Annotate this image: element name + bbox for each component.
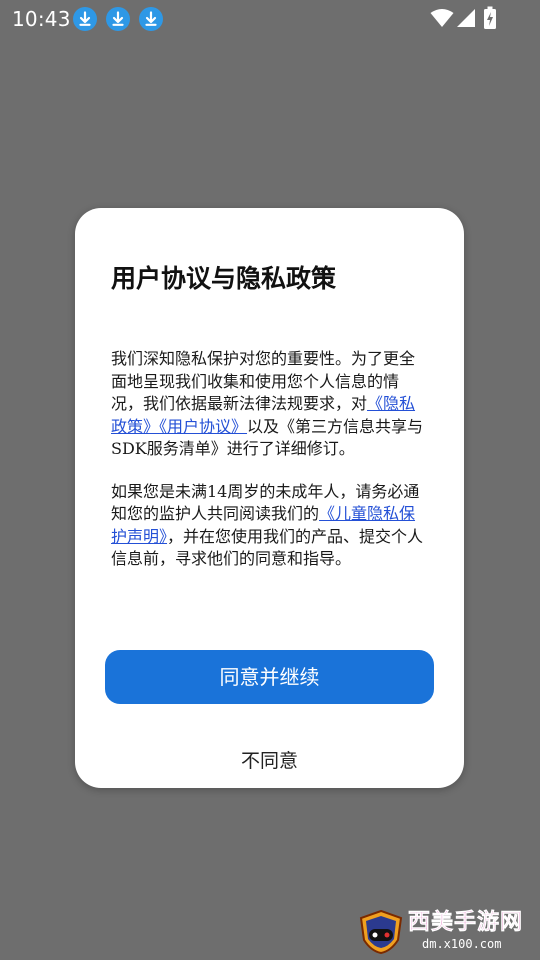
dialog-paragraph-2: 如果您是未满14周岁的未成年人，请务必通知您的监护人共同阅读我们的《儿童隐私保护… bbox=[111, 481, 429, 571]
site-watermark: 西美手游网 dm.x100.com bbox=[358, 906, 534, 956]
dialog-body: 我们深知隐私保护对您的重要性。为了更全面地呈现我们收集和使用您个人信息的情况，我… bbox=[111, 348, 429, 571]
gamepad-shield-icon bbox=[358, 909, 404, 955]
download-icon bbox=[139, 7, 163, 31]
wifi-icon bbox=[430, 8, 454, 32]
watermark-url: dm.x100.com bbox=[422, 937, 502, 951]
user-agreement-link[interactable]: 《用户协议》 bbox=[159, 417, 247, 436]
status-bar: 10:43 bbox=[0, 0, 540, 38]
agree-continue-button[interactable]: 同意并继续 bbox=[105, 650, 434, 704]
dialog-paragraph-1: 我们深知隐私保护对您的重要性。为了更全面地呈现我们收集和使用您个人信息的情况，我… bbox=[111, 348, 429, 461]
download-icon bbox=[73, 7, 97, 31]
download-icon bbox=[106, 7, 130, 31]
dialog-title: 用户协议与隐私政策 bbox=[111, 264, 337, 293]
cellular-signal-icon bbox=[456, 8, 476, 32]
disagree-button[interactable]: 不同意 bbox=[105, 740, 434, 782]
privacy-dialog: 用户协议与隐私政策 我们深知隐私保护对您的重要性。为了更全面地呈现我们收集和使用… bbox=[75, 208, 464, 788]
watermark-title: 西美手游网 bbox=[408, 910, 524, 936]
paragraph-1-text-middle: 以及 bbox=[247, 416, 280, 436]
battery-charging-icon bbox=[483, 6, 497, 34]
status-time: 10:43 bbox=[12, 7, 71, 31]
